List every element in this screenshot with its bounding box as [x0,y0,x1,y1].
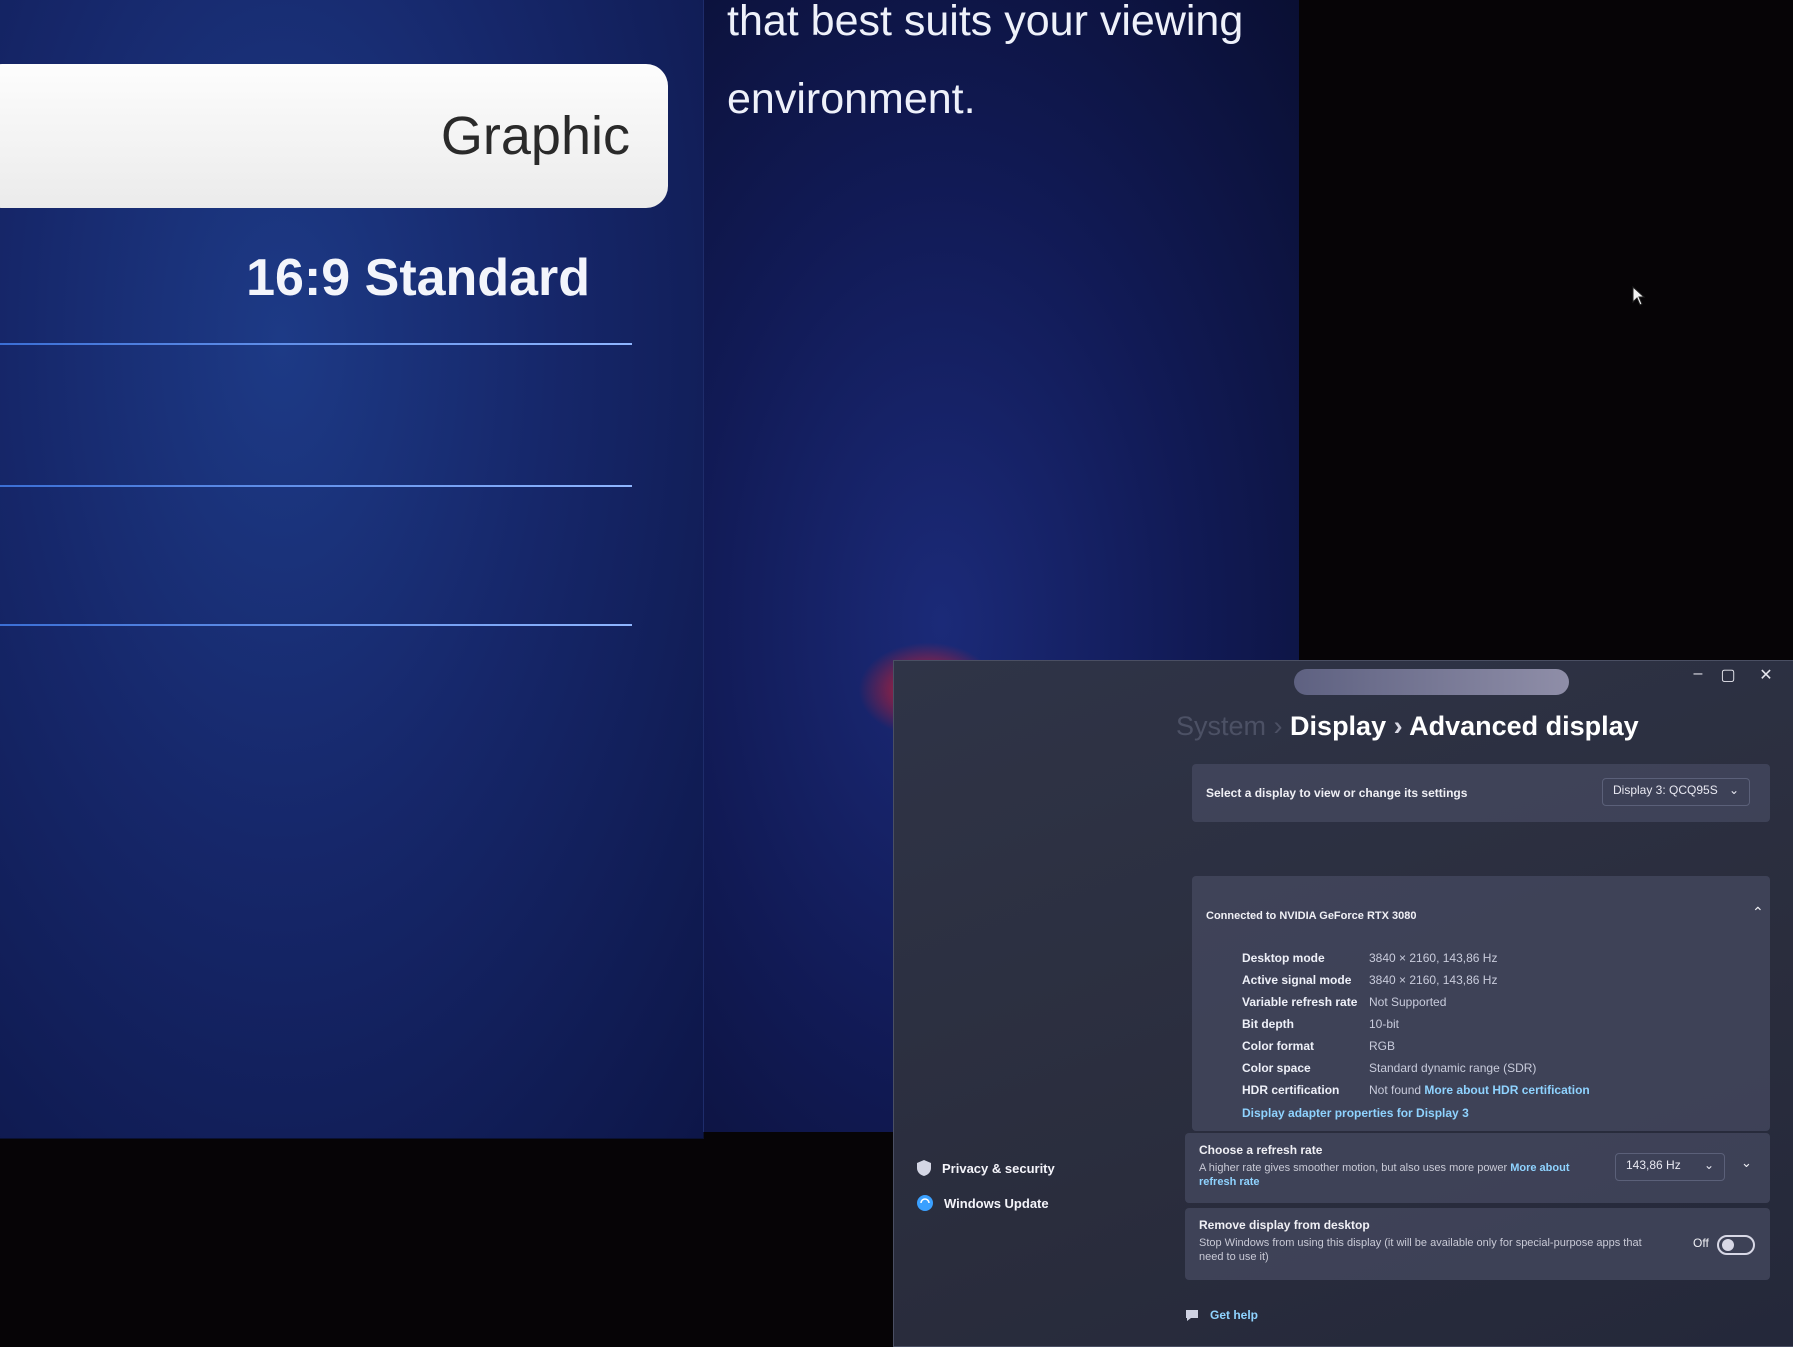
breadcrumb-display[interactable]: Display [1290,711,1386,741]
get-help-label: Get help [1210,1308,1259,1322]
info-key-vrr: Variable refresh rate [1242,995,1358,1009]
info-val-active-signal: 3840 × 2160, 143,86 Hz [1369,973,1498,987]
page-title: Advanced display [1409,711,1639,741]
info-key-color-format: Color format [1242,1039,1314,1053]
breadcrumb-separator: › [1273,711,1291,741]
refresh-rate-description: A higher rate gives smoother motion, but… [1199,1161,1579,1189]
hdr-cert-value: Not found [1369,1083,1422,1097]
hdr-cert-link[interactable]: More about HDR certification [1424,1083,1589,1097]
breadcrumb: System › Display › Advanced display [1176,711,1639,742]
info-val-hdr-cert: Not found More about HDR certification [1369,1083,1590,1097]
display-select-value: Display 3: QCQ95S [1613,783,1718,797]
chevron-up-icon[interactable]: ⌃ [1752,904,1764,921]
info-val-vrr: Not Supported [1369,995,1447,1009]
minimize-button[interactable]: – [1683,665,1713,683]
remove-display-title: Remove display from desktop [1199,1218,1370,1232]
refresh-rate-card: Choose a refresh rate A higher rate give… [1185,1133,1770,1203]
select-display-label: Select a display to view or change its s… [1206,786,1468,800]
sync-icon [917,1195,933,1211]
info-val-bit-depth: 10-bit [1369,1017,1400,1031]
tv-divider [0,485,632,487]
sidebar-item-privacy[interactable]: Privacy & security [916,1159,1055,1177]
toggle-label: Off [1693,1236,1709,1250]
adapter-properties-link[interactable]: Display adapter properties for Display 3 [1242,1106,1469,1120]
chevron-down-icon: ⌄ [1703,1158,1714,1172]
search-box[interactable] [1294,669,1569,695]
tv-option-graphic-label: Graphic [440,106,630,166]
info-key-hdr-cert: HDR certification [1242,1083,1340,1097]
info-val-color-format: RGB [1369,1039,1396,1053]
refresh-rate-dropdown[interactable]: 143,86 Hz ⌄ [1615,1153,1725,1181]
close-button[interactable]: ✕ [1751,665,1781,685]
remove-display-description: Stop Windows from using this display (it… [1199,1237,1642,1263]
select-display-card: Select a display to view or change its s… [1192,764,1770,822]
remove-display-card: Remove display from desktop Stop Windows… [1185,1208,1770,1280]
breadcrumb-separator: › [1393,711,1410,741]
shield-icon [917,1160,931,1176]
display-select-dropdown[interactable]: Display 3: QCQ95S ⌄ [1602,778,1750,806]
tv-option-graphic[interactable]: Graphic [0,64,668,208]
sidebar-item-label: Windows Update [944,1195,1049,1211]
chevron-down-icon[interactable]: ⌄ [1741,1155,1752,1171]
refresh-rate-desc-text: A higher rate gives smoother motion, but… [1199,1162,1508,1174]
get-help-link[interactable]: Get help [1184,1307,1258,1323]
refresh-rate-value: 143,86 Hz [1626,1158,1681,1172]
sidebar-item-label: Privacy & security [942,1160,1055,1176]
tv-option-16-9-standard[interactable]: 16:9 Standard [0,248,630,308]
tv-description-line: that best suits your viewing [727,0,1244,45]
info-val-desktop-mode: 3840 × 2160, 143,86 Hz [1369,951,1498,965]
settings-window: – ▢ ✕ System › Display › Advanced displa… [893,660,1793,1347]
refresh-rate-title: Choose a refresh rate [1199,1143,1323,1157]
tv-description-line: environment. [727,75,976,123]
breadcrumb-system[interactable]: System [1176,711,1266,741]
tv-option-16-9-label: 16:9 Standard [246,249,590,307]
maximize-button[interactable]: ▢ [1713,665,1743,685]
tv-description-text: that best suits your viewing environment… [727,0,1287,138]
remove-display-toggle[interactable] [1717,1235,1755,1255]
info-key-color-space: Color space [1242,1061,1311,1075]
info-key-bit-depth: Bit depth [1242,1017,1294,1031]
info-val-color-space: Standard dynamic range (SDR) [1369,1061,1537,1075]
tv-divider [0,343,632,345]
tv-divider [0,624,632,626]
tv-menu-panel: Graphic 16:9 Standard [0,0,703,1138]
info-key-desktop-mode: Desktop mode [1242,951,1325,965]
chevron-down-icon: ⌄ [1728,783,1739,797]
display-information-card: Connected to NVIDIA GeForce RTX 3080 ⌃ D… [1192,876,1770,1131]
connected-to-label: Connected to NVIDIA GeForce RTX 3080 [1206,910,1417,922]
info-key-active-signal: Active signal mode [1242,973,1352,987]
help-icon [1186,1310,1198,1321]
sidebar-item-windows-update[interactable]: Windows Update [916,1194,1049,1212]
mouse-cursor-icon [1632,286,1646,306]
